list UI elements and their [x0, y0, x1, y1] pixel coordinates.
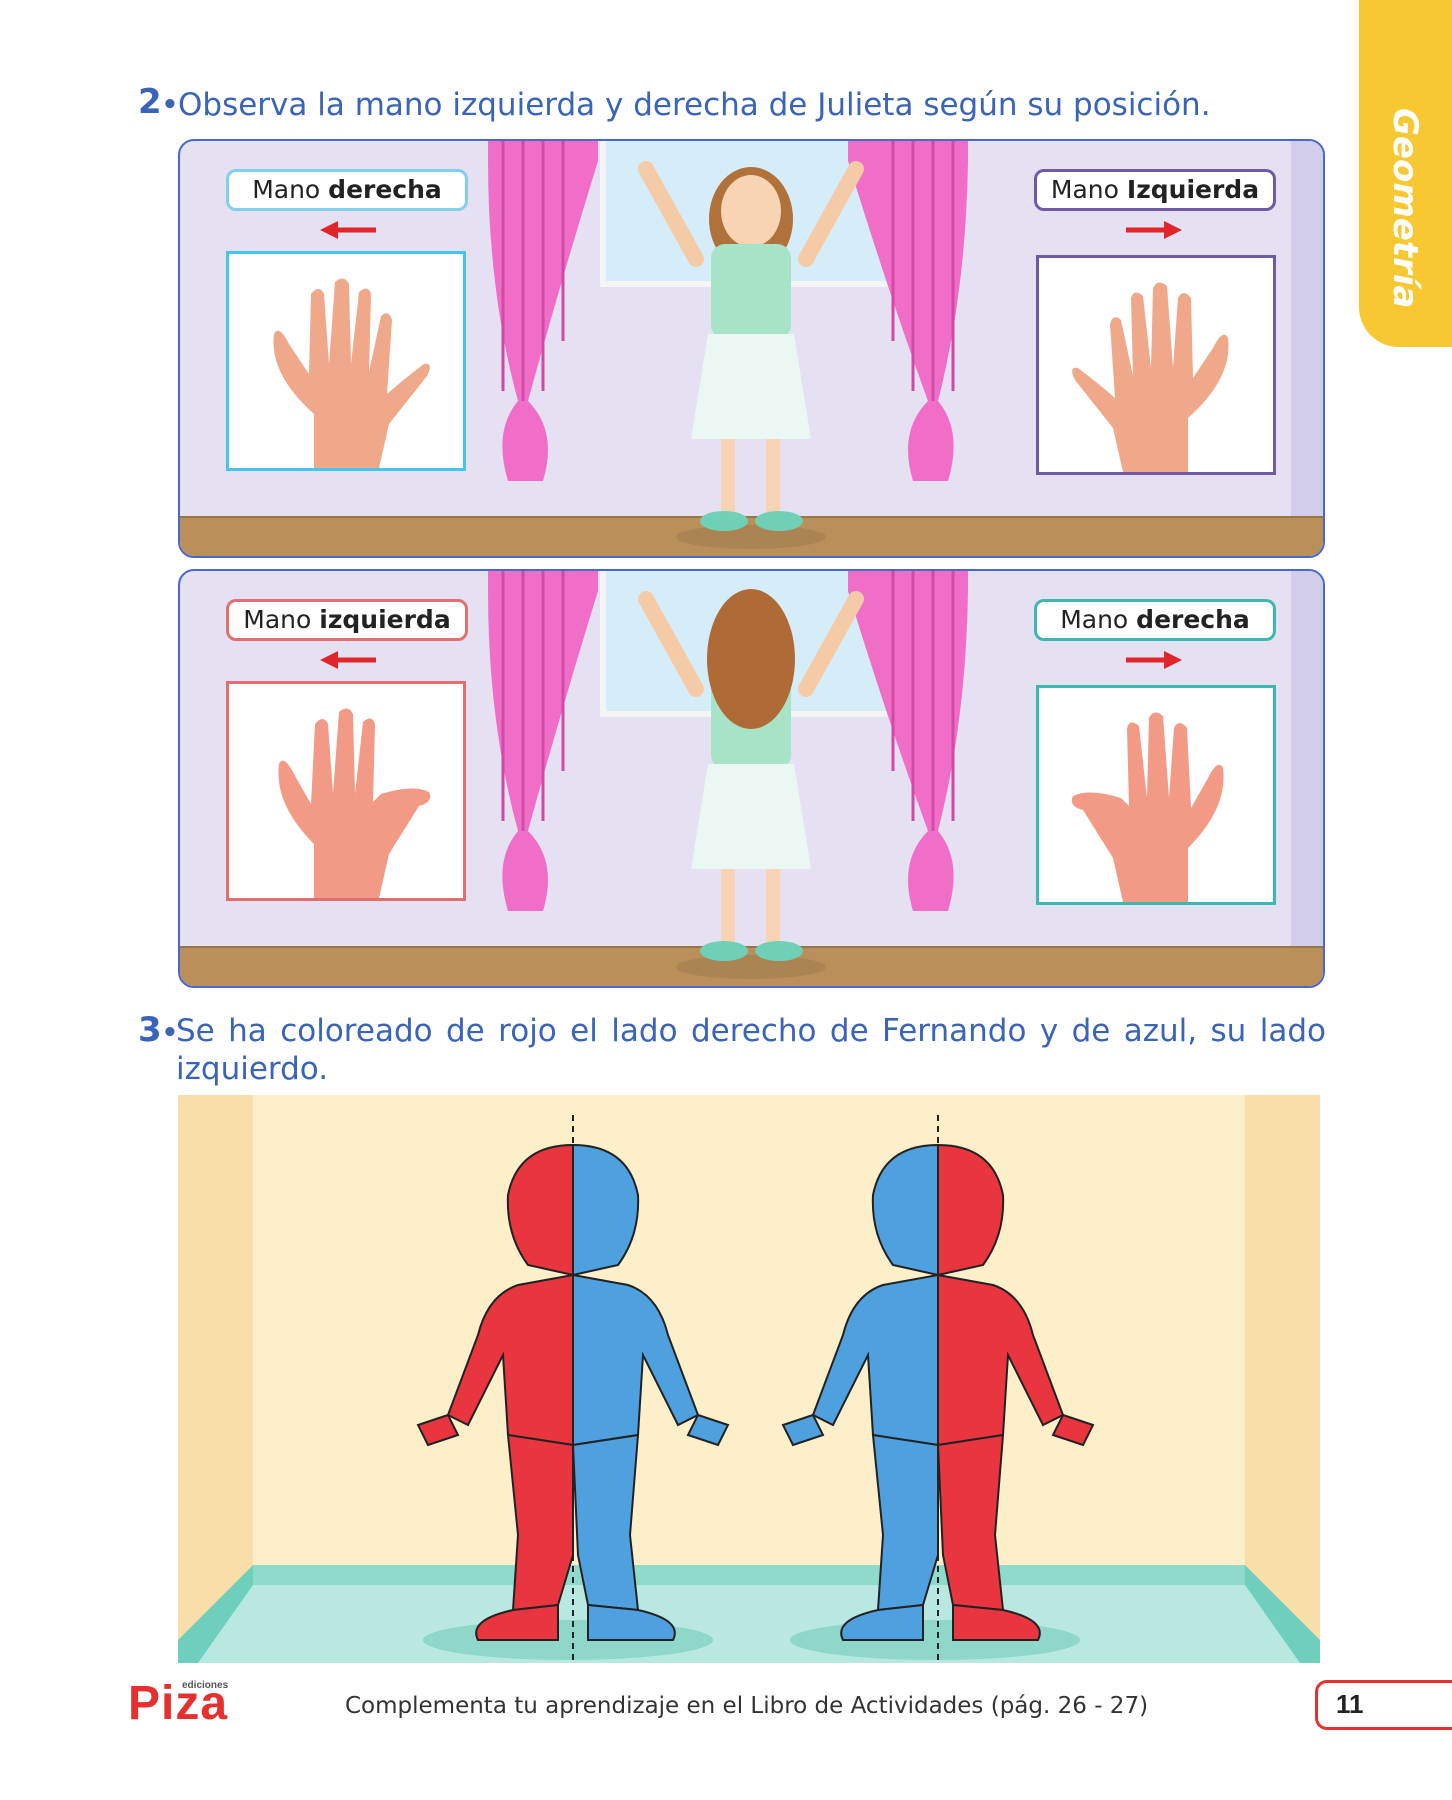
left-hand-back-icon [278, 708, 431, 898]
right-hand-back-icon [1071, 712, 1224, 902]
girl-front-illustration [638, 161, 864, 549]
fernando-scene [178, 1095, 1320, 1663]
wall-side [1291, 141, 1323, 556]
left-curtain-icon [488, 141, 598, 481]
label-right-hand-back: Mano derecha [1034, 599, 1276, 641]
page-number: 11 [1336, 1689, 1364, 1719]
label-bold: Izquierda [1126, 175, 1260, 204]
section-tab-label: Geometría [1385, 108, 1425, 309]
hand-photo-frame [226, 251, 466, 471]
question-3-number: 3 [138, 1010, 162, 1050]
label-left-hand-front: Mano Izquierda [1034, 169, 1276, 211]
panel-front-view: Mano derecha Mano Izquierda [178, 139, 1325, 558]
label-bold: derecha [328, 175, 442, 204]
label-bold: derecha [1136, 605, 1250, 634]
arrow-left-icon [320, 651, 376, 669]
room-illustration [178, 1095, 1320, 1663]
hand-photo-frame [226, 681, 466, 901]
arrow-left-icon [320, 221, 376, 239]
question-3-number-wrap: 3• [138, 1010, 179, 1050]
wall-side [1291, 571, 1323, 986]
hand-photo-frame [1036, 255, 1276, 475]
label-left-hand-back: Mano izquierda [226, 599, 468, 641]
label-prefix: Mano [252, 175, 329, 204]
question-2-text: Observa la mano izquierda y derecha de J… [178, 87, 1211, 123]
label-right-hand-front: Mano derecha [226, 169, 468, 211]
left-hand-palm-icon [1072, 282, 1229, 472]
girl-back-illustration [638, 589, 864, 979]
hand-photo-frame [1036, 685, 1276, 905]
right-hand-palm-icon [273, 278, 430, 468]
arrow-right-icon [1126, 221, 1182, 239]
page-number-badge: 11 [1315, 1680, 1452, 1730]
section-tab: Geometría [1359, 0, 1452, 347]
question-3-text: Se ha coloreado de rojo el lado derecho … [176, 1013, 1326, 1087]
label-prefix: Mano [1050, 175, 1127, 204]
label-prefix: Mano [243, 605, 320, 634]
publisher-logo-small: ediciones [182, 1680, 229, 1691]
question-2-number-wrap: 2• [138, 82, 179, 122]
left-curtain-icon [488, 571, 598, 911]
panel-back-view: Mano izquierda Mano derecha [178, 569, 1325, 988]
boy-back-illustration [781, 1115, 1095, 1660]
question-2-number: 2 [138, 82, 162, 122]
boy-front-illustration [416, 1115, 730, 1660]
label-prefix: Mano [1060, 605, 1137, 634]
footer-note: Complementa tu aprendizaje en el Libro d… [345, 1693, 1149, 1719]
arrow-right-icon [1126, 651, 1182, 669]
label-bold: izquierda [319, 605, 451, 634]
